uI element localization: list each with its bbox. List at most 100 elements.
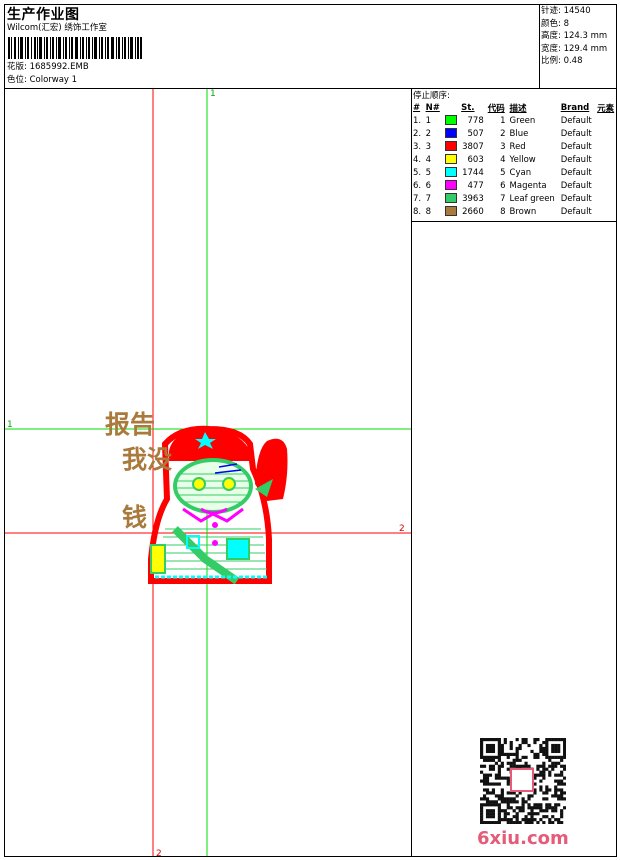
design-height: 高度: 124.3 mm [541,31,608,41]
row-swatch [443,192,460,205]
table-header-row: # N# St. 代码 描述 Brand 元素 [411,101,617,114]
button-1 [212,522,218,528]
row-element [595,192,617,205]
row-code: 8 [500,206,506,217]
col-swatch [443,101,460,114]
face [173,458,253,514]
row-element [595,205,617,218]
row-swatch [443,140,460,153]
row-element [595,166,617,179]
col-needle: N# [425,102,440,113]
row-needle: 8 [425,206,431,217]
design-text-line-3: 钱 [122,503,147,532]
row-stitches: 603 [467,154,484,165]
row-stitches: 3963 [462,193,484,204]
row-needle: 6 [425,180,431,191]
row-swatch [443,179,460,192]
row-needle: 4 [425,154,431,165]
color-count: 颜色: 8 [541,18,569,29]
qr-code [480,738,566,824]
color-swatch [444,180,457,191]
row-code: 7 [500,193,506,204]
row-stitches: 2660 [462,206,484,217]
row-stitches: 1744 [462,167,484,178]
row-swatch [443,166,460,179]
stats-panel: 针迹: 14540 颜色: 8 高度: 124.3 mm 宽度: 129.4 m… [541,6,607,69]
row-needle: 3 [425,141,431,152]
color-row: 5. 5 1744 5 Cyan Default [411,166,617,179]
row-element [595,153,617,166]
row-description: Brown [509,206,537,217]
row-description: Leaf green [509,193,555,204]
design-text-line-2: 我没 [122,445,173,474]
col-code: 代码 [487,103,505,114]
axis-label-top: 1 [210,89,216,99]
row-index: 5. [413,167,422,178]
row-needle: 7 [425,193,431,204]
row-code: 1 [500,115,506,126]
row-element [595,114,617,127]
row-description: Green [509,115,536,126]
row-brand: Default [560,128,592,139]
row-stitches: 507 [467,128,484,139]
qr-center-stamp [510,768,534,792]
row-code: 3 [500,141,506,152]
col-element: 元素 [597,103,615,114]
design-width: 宽度: 129.4 mm [541,43,608,54]
col-description: 描述 [509,103,527,114]
row-swatch [443,127,460,140]
color-swatch [444,154,457,165]
row-code: 2 [500,128,506,139]
watermark-logo: 6xiu.com [477,828,569,849]
row-swatch [443,153,460,166]
row-stitches: 3807 [462,141,484,152]
colorway-label: 色位: [7,75,27,85]
row-index: 1. [413,115,422,126]
row-stitches: 477 [467,180,484,191]
color-row: 1. 1 778 1 Green Default [411,114,617,127]
design-file: 花版: 1685992.EMB [7,62,89,73]
row-brand: Default [560,141,592,152]
row-brand: Default [560,206,592,217]
row-description: Red [509,141,526,152]
color-swatch [444,167,457,178]
row-brand: Default [560,115,592,126]
row-index: 2. [413,128,422,139]
color-sequence-table: # N# St. 代码 描述 Brand 元素 1. 1 778 1 Green Defa… [411,101,617,218]
row-element [595,140,617,153]
colorway: 色位: Colorway 1 [7,75,77,86]
color-swatch [444,193,457,204]
axis-label-bottom: 2 [156,849,162,856]
col-brand: Brand [560,102,590,113]
color-row: 4. 4 603 4 Yellow Default [411,153,617,166]
row-brand: Default [560,193,592,204]
color-swatch [444,206,457,217]
row-element [595,127,617,140]
row-description: Magenta [509,180,547,191]
left-paw [150,544,166,574]
row-description: Cyan [509,167,532,178]
colorway-value: Colorway 1 [29,75,78,85]
barcode [8,37,142,59]
row-code: 4 [500,154,506,165]
color-swatch [444,115,457,126]
color-swatch [444,141,457,152]
left-eye [192,477,206,491]
row-description: Blue [509,128,529,139]
row-needle: 5 [425,167,431,178]
row-brand: Default [560,154,592,165]
row-index: 3. [413,141,422,152]
button-2 [212,540,218,546]
row-needle: 1 [425,115,431,126]
design-scale: 比例: 0.48 [541,56,583,66]
color-row: 3. 3 3807 3 Red Default [411,140,617,153]
row-stitches: 778 [467,115,484,126]
row-index: 4. [413,154,422,165]
row-element [595,179,617,192]
row-swatch [443,114,460,127]
row-needle: 2 [425,128,431,139]
company-name: Wilcom(汇宏) 绣饰工作室 [7,23,107,33]
col-stitches: St. [461,102,475,113]
design-text-line-1: 报告 [105,410,155,439]
stitch-count: 针迹: 14540 [541,6,591,16]
